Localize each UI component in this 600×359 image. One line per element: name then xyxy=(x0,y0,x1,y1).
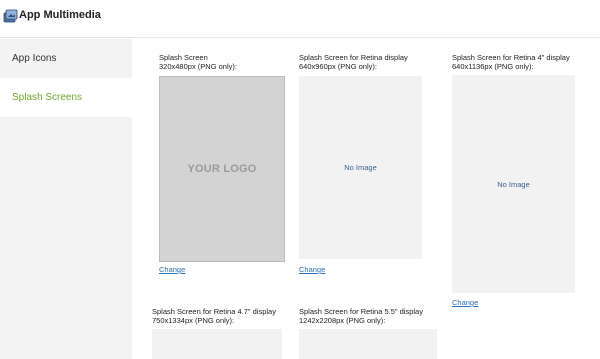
sidebar-item-app-icons[interactable]: App Icons xyxy=(0,39,132,78)
no-image-text: No Image xyxy=(344,163,377,172)
change-link[interactable]: Change xyxy=(452,298,478,307)
splash-screens-panel: Splash Screen 320x480px (PNG only): YOUR… xyxy=(132,39,600,359)
multimedia-icon xyxy=(3,9,18,23)
splash-preview[interactable] xyxy=(152,329,282,359)
no-image-text: No Image xyxy=(497,179,530,189)
app-header: App Multimedia xyxy=(0,0,600,38)
card-title: Splash Screen xyxy=(159,53,208,62)
change-link[interactable]: Change xyxy=(299,265,325,274)
page-title: App Multimedia xyxy=(19,9,101,21)
card-subtitle: 750x1334px (PNG only): xyxy=(152,316,235,325)
card-title: Splash Screen for Retina 5.5" display xyxy=(299,307,423,316)
splash-card-750x1334: Splash Screen for Retina 4.7" display 75… xyxy=(152,307,297,359)
splash-preview[interactable]: No Image xyxy=(299,76,422,259)
card-subtitle: 640x960px (PNG only): xyxy=(299,62,377,71)
card-title: Splash Screen for Retina 4.7" display xyxy=(152,307,276,316)
logo-placeholder-text: YOUR LOGO xyxy=(187,163,257,175)
card-subtitle: 320x480px (PNG only): xyxy=(159,62,237,71)
card-subtitle: 640x1136px (PNG only): xyxy=(452,62,534,71)
sidebar: App Icons Splash Screens xyxy=(0,39,132,359)
card-title: Splash Screen for Retina display xyxy=(299,53,408,62)
splash-preview[interactable]: No Image xyxy=(452,75,575,293)
change-link[interactable]: Change xyxy=(159,265,185,274)
splash-card-640x1136: Splash Screen for Retina 4" display 640x… xyxy=(452,53,597,313)
card-title: Splash Screen for Retina 4" display xyxy=(452,53,570,62)
card-subtitle: 1242x2208px (PNG only): xyxy=(299,316,386,325)
splash-preview[interactable] xyxy=(299,329,437,359)
splash-card-1242x2208: Splash Screen for Retina 5.5" display 12… xyxy=(299,307,444,359)
splash-card-320x480: Splash Screen 320x480px (PNG only): YOUR… xyxy=(159,53,287,283)
splash-card-640x960: Splash Screen for Retina display 640x960… xyxy=(299,53,437,283)
sidebar-item-splash-screens[interactable]: Splash Screens xyxy=(0,78,132,117)
splash-preview[interactable]: YOUR LOGO xyxy=(159,76,285,262)
